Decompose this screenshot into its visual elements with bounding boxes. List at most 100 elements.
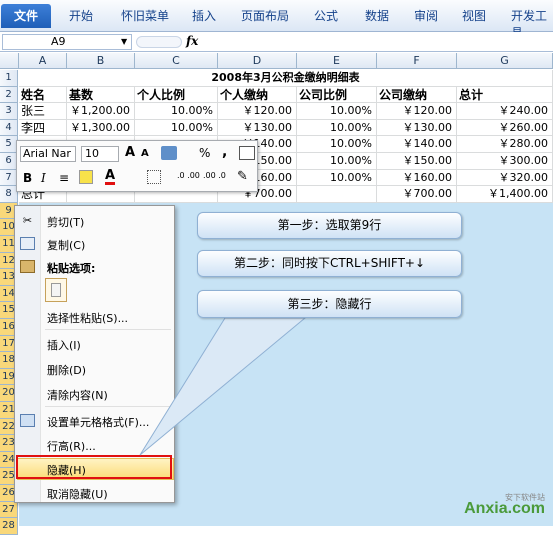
data-cell[interactable]: 10.00% bbox=[297, 103, 377, 120]
data-cell[interactable]: ￥130.00 bbox=[218, 119, 297, 137]
column-header[interactable]: F bbox=[377, 53, 457, 69]
header-cell[interactable]: 公司比例 bbox=[297, 86, 377, 104]
tab-home[interactable]: 开始 bbox=[69, 7, 93, 24]
column-header[interactable]: E bbox=[297, 53, 377, 69]
data-cell[interactable] bbox=[297, 186, 377, 203]
data-cell[interactable]: 张三 bbox=[19, 103, 67, 120]
shrink-font-icon[interactable]: A bbox=[141, 148, 149, 159]
data-cell[interactable]: ￥260.00 bbox=[457, 119, 553, 137]
menu-item-insert[interactable]: 插入(I) bbox=[47, 337, 81, 353]
menu-separator bbox=[45, 329, 171, 330]
menu-item-row-height[interactable]: 行高(R)... bbox=[47, 438, 96, 454]
menu-item-cut[interactable]: 剪切(T) bbox=[47, 214, 84, 230]
menu-item-paste-options: 粘贴选项: bbox=[47, 262, 96, 275]
tab-classic-menu[interactable]: 怀旧菜单 bbox=[121, 7, 169, 24]
borders-icon[interactable] bbox=[147, 170, 161, 184]
formula-bar-divider bbox=[136, 36, 182, 48]
column-header[interactable]: D bbox=[218, 53, 297, 69]
italic-button[interactable]: I bbox=[41, 171, 46, 185]
fill-color-icon[interactable] bbox=[79, 170, 93, 184]
data-cell[interactable]: ￥700.00 bbox=[377, 186, 457, 203]
menu-item-copy[interactable]: 复制(C) bbox=[47, 237, 85, 253]
row-header[interactable]: 28 bbox=[0, 518, 18, 535]
data-cell[interactable]: 10.00% bbox=[297, 153, 377, 170]
font-size-box[interactable]: 10 bbox=[81, 146, 119, 162]
chevron-down-icon[interactable]: ▼ bbox=[121, 37, 127, 46]
font-name-box[interactable]: Arial Nar bbox=[20, 146, 76, 162]
data-cell[interactable]: ￥120.00 bbox=[377, 103, 457, 120]
header-cell[interactable]: 公司缴纳 bbox=[377, 86, 457, 104]
tab-review[interactable]: 审阅 bbox=[414, 7, 438, 24]
data-cell[interactable]: 10.00% bbox=[135, 119, 218, 137]
comma-button[interactable]: , bbox=[222, 144, 227, 160]
tab-page-layout[interactable]: 页面布局 bbox=[241, 7, 289, 24]
align-center-icon[interactable]: ≡ bbox=[59, 171, 69, 185]
function-icon[interactable]: fx bbox=[186, 34, 198, 48]
menu-separator bbox=[45, 406, 171, 407]
data-cell[interactable]: ￥130.00 bbox=[377, 119, 457, 137]
tab-view[interactable]: 视图 bbox=[462, 7, 486, 24]
callout-step3: 第三步：隐藏行 bbox=[197, 290, 462, 318]
font-color-button[interactable]: A bbox=[105, 169, 116, 185]
data-cell[interactable]: 10.00% bbox=[297, 169, 377, 187]
row-header[interactable]: 4 bbox=[0, 119, 18, 137]
data-cell[interactable]: ￥140.00 bbox=[377, 136, 457, 153]
paste-option-button[interactable] bbox=[45, 278, 67, 302]
percent-button[interactable]: % bbox=[199, 146, 210, 160]
header-cell[interactable]: 个人比例 bbox=[135, 86, 218, 104]
column-header[interactable]: B bbox=[67, 53, 135, 69]
data-cell[interactable]: ￥150.00 bbox=[377, 153, 457, 170]
merge-cells-icon[interactable] bbox=[239, 146, 255, 160]
tab-data[interactable]: 数据 bbox=[365, 7, 389, 24]
clipboard-icon bbox=[51, 283, 61, 297]
data-cell[interactable]: ￥320.00 bbox=[457, 169, 553, 187]
data-cell[interactable]: 李四 bbox=[19, 119, 67, 137]
header-cell[interactable]: 个人缴纳 bbox=[218, 86, 297, 104]
menu-item-paste-special[interactable]: 选择性粘贴(S)... bbox=[47, 310, 128, 326]
column-header[interactable]: A bbox=[19, 53, 67, 69]
tab-formulas[interactable]: 公式 bbox=[314, 7, 338, 24]
bold-button[interactable]: B bbox=[23, 171, 32, 185]
data-cell[interactable]: ￥1,200.00 bbox=[67, 103, 135, 120]
increase-decimal-button[interactable]: .0 .00 bbox=[177, 171, 200, 180]
watermark-logo: Anxia.com 安下软件站 bbox=[464, 493, 545, 518]
data-cell[interactable]: ￥1,300.00 bbox=[67, 119, 135, 137]
paste-icon bbox=[20, 260, 35, 273]
name-box[interactable]: A9 bbox=[2, 34, 132, 50]
data-cell[interactable]: 10.00% bbox=[297, 136, 377, 153]
menu-item-format-cells[interactable]: 设置单元格格式(F)... bbox=[47, 414, 149, 430]
format-cells-icon bbox=[20, 414, 35, 427]
header-cell[interactable]: 姓名 bbox=[19, 86, 67, 104]
data-cell[interactable]: ￥300.00 bbox=[457, 153, 553, 170]
tab-insert[interactable]: 插入 bbox=[192, 7, 216, 24]
data-cell[interactable]: ￥240.00 bbox=[457, 103, 553, 120]
header-cell[interactable]: 总计 bbox=[457, 86, 553, 104]
currency-format-icon[interactable] bbox=[161, 146, 177, 160]
data-cell[interactable]: ￥280.00 bbox=[457, 136, 553, 153]
data-cell[interactable]: 10.00% bbox=[135, 103, 218, 120]
grow-font-icon[interactable]: A bbox=[125, 145, 135, 160]
column-header[interactable]: G bbox=[457, 53, 553, 69]
ribbon-tabs: 文件 开始 怀旧菜单 插入 页面布局 公式 数据 审阅 视图 开发工具 bbox=[0, 0, 553, 40]
select-all-corner[interactable] bbox=[0, 53, 19, 69]
hide-item-red-outline bbox=[16, 455, 172, 479]
data-cell[interactable]: ￥120.00 bbox=[218, 103, 297, 120]
menu-item-delete[interactable]: 删除(D) bbox=[47, 362, 86, 378]
row-header[interactable]: 27 bbox=[0, 501, 18, 519]
decrease-decimal-button[interactable]: .00 .0 bbox=[203, 171, 226, 180]
row-header[interactable]: 2 bbox=[0, 86, 18, 104]
row-header[interactable]: 3 bbox=[0, 103, 18, 120]
header-cell[interactable]: 基数 bbox=[67, 86, 135, 104]
copy-icon bbox=[20, 237, 35, 250]
scissors-icon: ✂ bbox=[22, 214, 33, 227]
column-header[interactable]: C bbox=[135, 53, 218, 69]
data-cell[interactable]: ￥1,400.00 bbox=[457, 186, 553, 203]
data-cell[interactable]: 10.00% bbox=[297, 119, 377, 137]
menu-item-clear-contents[interactable]: 清除内容(N) bbox=[47, 387, 108, 403]
menu-item-unhide[interactable]: 取消隐藏(U) bbox=[47, 486, 108, 502]
sheet-title[interactable]: 2008年3月公积金缴纳明细表 bbox=[19, 70, 553, 87]
data-cell[interactable]: ￥160.00 bbox=[377, 169, 457, 187]
row-header[interactable]: 1 bbox=[0, 70, 18, 87]
format-painter-icon[interactable]: ✎ bbox=[237, 169, 248, 184]
tab-file[interactable]: 文件 bbox=[1, 4, 51, 28]
